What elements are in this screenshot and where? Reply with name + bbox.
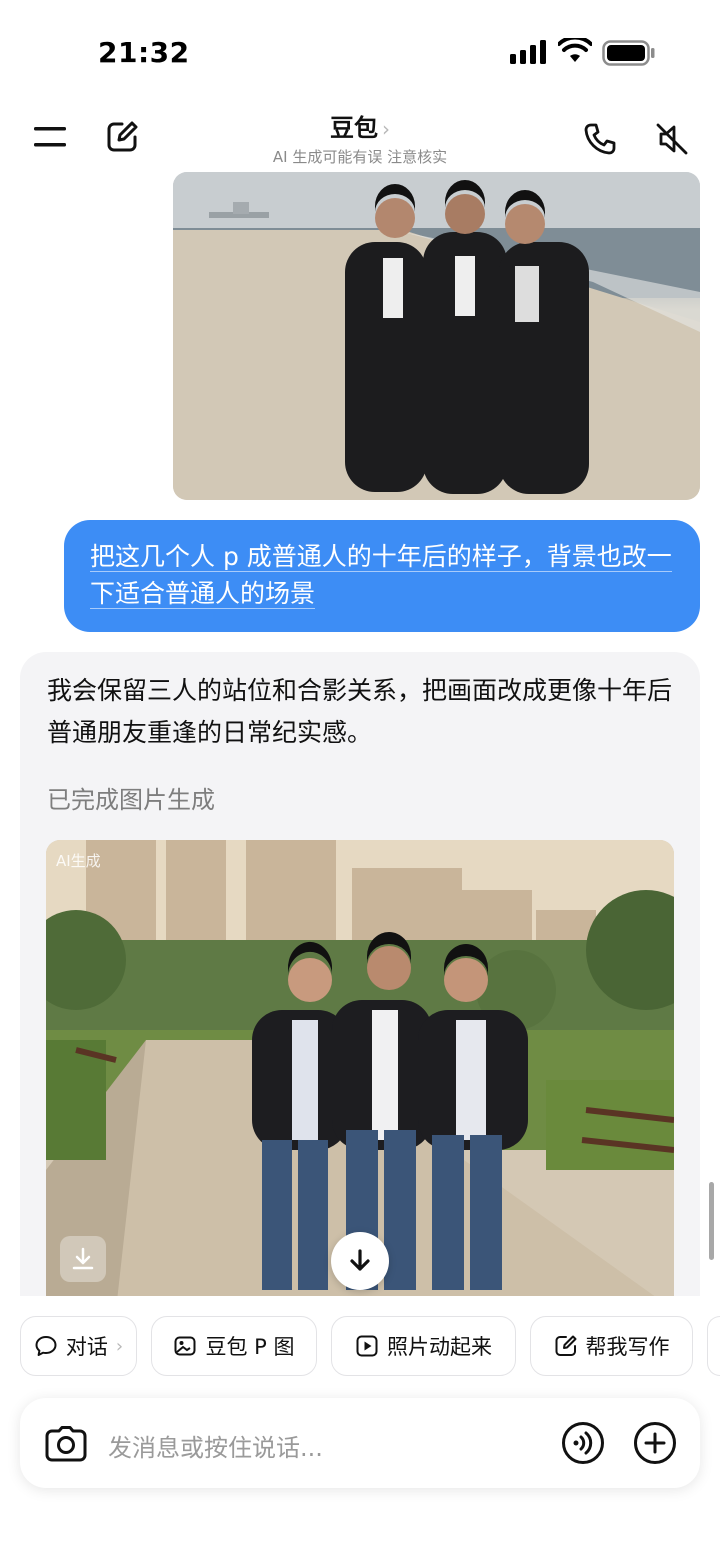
chip-doubao-p-image[interactable]: 豆包 P 图: [151, 1316, 317, 1376]
download-icon: [72, 1247, 94, 1270]
chip-animate-photo[interactable]: 照片动起来: [331, 1316, 516, 1376]
scroll-to-bottom-button[interactable]: [331, 1232, 389, 1290]
user-message-bubble[interactable]: 把这几个人 p 成普通人的十年后的样子，背景也改一下适合普通人的场景: [64, 520, 700, 632]
voice-wave-icon: [562, 1422, 604, 1464]
add-button[interactable]: [630, 1418, 680, 1468]
chat-bubble-icon: [35, 1336, 57, 1356]
arrow-down-icon: [350, 1249, 370, 1271]
camera-icon: [45, 1426, 87, 1462]
wifi-icon: [558, 38, 592, 62]
message-input[interactable]: 发消息或按住说话...: [108, 1428, 323, 1463]
chip-doubao-p-image-label: 豆包 P 图: [205, 1335, 295, 1359]
generation-status: 已完成图片生成: [47, 786, 215, 814]
download-image-button[interactable]: [60, 1236, 106, 1282]
ai-message-text: 我会保留三人的站位和合影关系，把画面改成更像十年后普通朋友重逢的日常纪实感。: [47, 676, 673, 747]
write-icon: [555, 1335, 576, 1356]
phone-icon: [584, 123, 616, 155]
battery-icon: [602, 40, 655, 66]
scrollbar[interactable]: [709, 1182, 714, 1260]
speaker-muted-icon: [656, 123, 688, 155]
chip-chat-label: 对话: [65, 1335, 108, 1359]
user-message-text: 把这几个人 p 成普通人的十年后的样子，背景也改一下适合普通人的场景: [90, 542, 672, 609]
uploaded-photo[interactable]: [173, 172, 700, 500]
chip-more[interactable]: [707, 1316, 720, 1376]
chip-chat[interactable]: 对话 ›: [20, 1316, 137, 1376]
call-button[interactable]: [578, 117, 622, 161]
status-time: 21:32: [98, 36, 190, 69]
chevron-right-icon: ›: [382, 117, 390, 141]
ai-generated-watermark: AI生成: [56, 852, 101, 870]
cellular-signal-icon: [510, 40, 546, 64]
beach-photo-illustration: [173, 172, 700, 500]
chip-animate-photo-label: 照片动起来: [387, 1335, 492, 1359]
camera-button[interactable]: [42, 1420, 90, 1468]
chevron-right-icon: ›: [115, 1335, 124, 1357]
image-edit-icon: [174, 1336, 196, 1356]
chip-help-writing-label: 帮我写作: [585, 1335, 670, 1359]
chip-help-writing[interactable]: 帮我写作: [530, 1316, 693, 1376]
chat-title: 豆包: [330, 114, 378, 142]
voice-button[interactable]: [558, 1418, 608, 1468]
mute-button[interactable]: [650, 117, 694, 161]
plus-circle-icon: [634, 1422, 676, 1464]
play-icon: [356, 1335, 378, 1357]
